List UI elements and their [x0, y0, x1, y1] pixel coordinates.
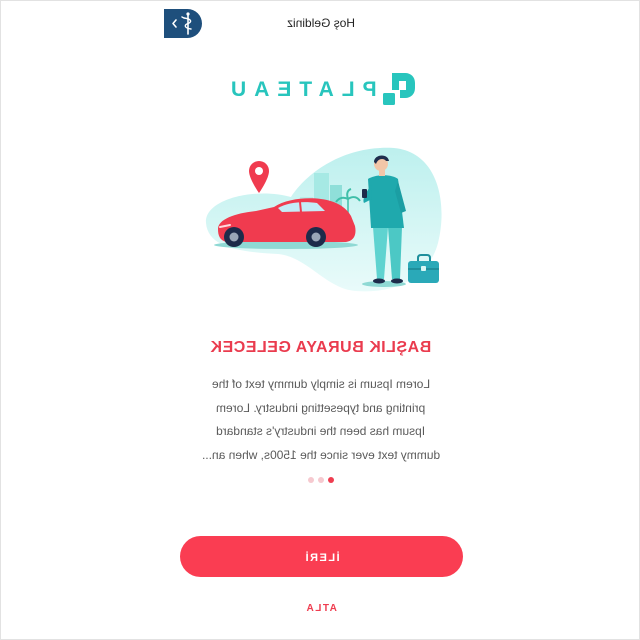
- page-indicator: [1, 477, 639, 483]
- page-title: Hoş Geldiniz: [286, 16, 356, 30]
- description-line-text: Lorem Ipsum is simply dummy text of the: [211, 377, 431, 391]
- next-button[interactable]: İLERİ: [180, 536, 463, 577]
- description-line: dummy text ever since the 1500s, when an…: [1, 444, 639, 468]
- page-dot: [318, 477, 324, 483]
- onboarding-heading: BAŞLIK BURAYA GELECEK: [210, 339, 432, 356]
- plateau-logo-icon: [383, 73, 415, 105]
- page-dot-active: [328, 477, 334, 483]
- map-pin-icon: [249, 161, 269, 193]
- logo: PLATEAU: [223, 78, 377, 102]
- logo-text: PLATEAU: [223, 78, 377, 101]
- description-line: Lorem Ipsum is simply dummy text of the: [1, 373, 639, 397]
- page-dot: [308, 477, 314, 483]
- skip-wrap: ATLA: [1, 598, 639, 616]
- heading-wrap: BAŞLIK BURAYA GELECEK: [1, 339, 639, 357]
- car-and-person-illustration: [205, 147, 442, 292]
- skip-link[interactable]: ATLA: [305, 603, 337, 614]
- description-line-text: dummy text ever since the 1500s, when an…: [201, 447, 441, 462]
- onboarding-screen: Hoş Geldiniz PLATEAU BAŞLIK BURAYA GELEC…: [0, 0, 640, 640]
- next-button-label: İLERİ: [303, 552, 340, 564]
- page-title-wrap: Hoş Geldiniz: [1, 16, 639, 30]
- onboarding-description: Lorem Ipsum is simply dummy text of the …: [1, 373, 639, 468]
- description-line: Ipsum has been the industry's standard: [1, 420, 639, 444]
- description-line-text: Ipsum has been the industry's standard: [216, 424, 426, 438]
- description-line: printing and typesetting industry. Lorem: [1, 397, 639, 421]
- description-line-text: printing and typesetting industry. Lorem: [216, 400, 426, 415]
